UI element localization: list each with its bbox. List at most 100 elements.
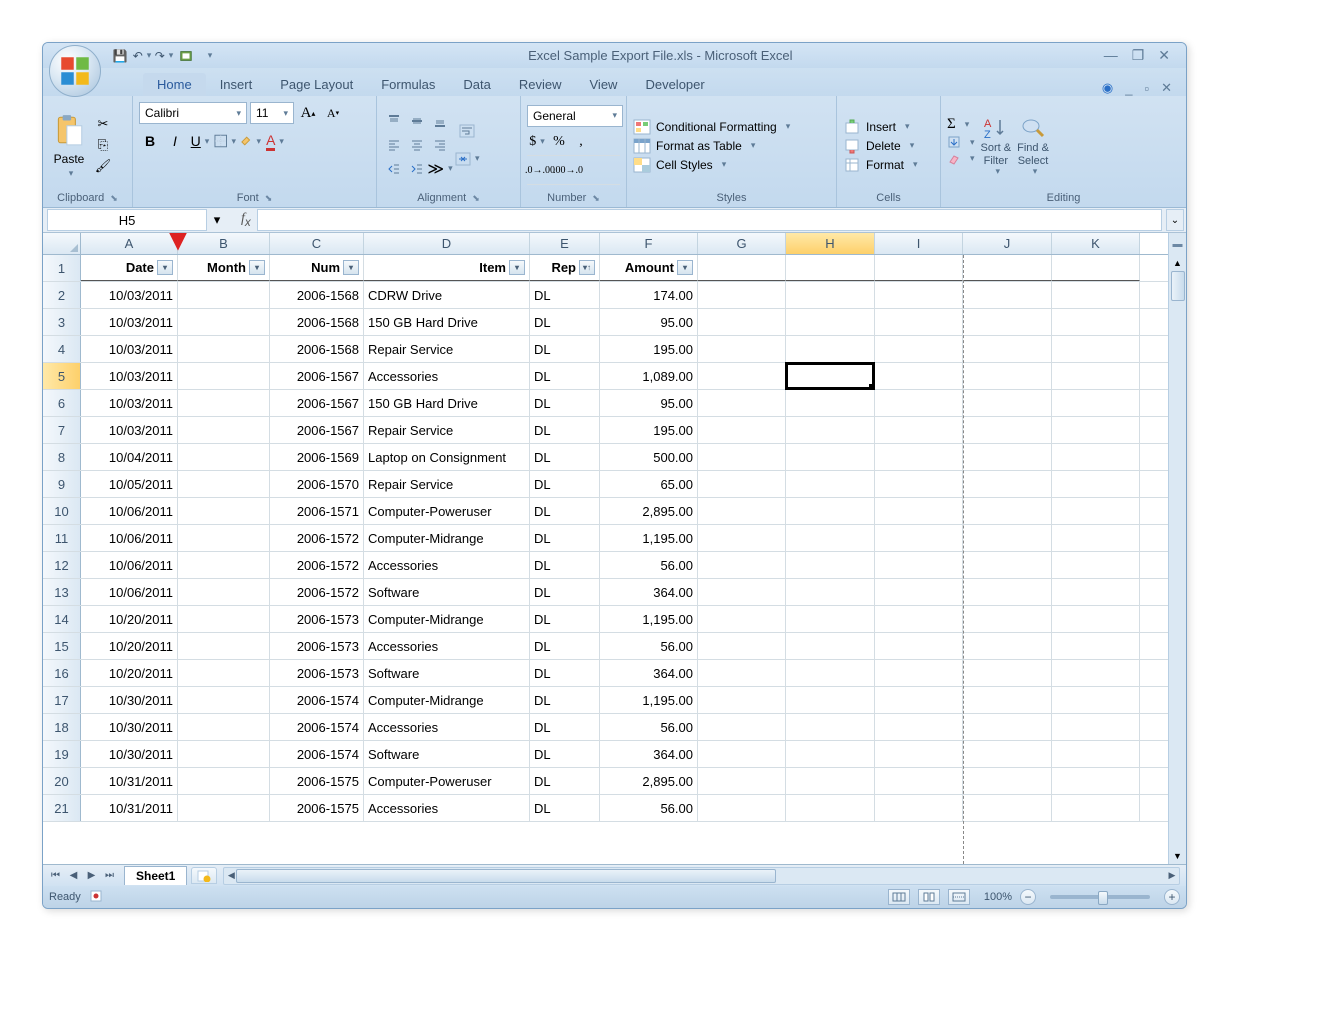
align-top-icon[interactable] bbox=[383, 110, 405, 132]
row-header[interactable]: 6 bbox=[43, 390, 81, 416]
cell[interactable]: DL bbox=[530, 282, 600, 308]
cell[interactable] bbox=[786, 714, 875, 740]
cell[interactable] bbox=[963, 309, 1052, 335]
cell[interactable] bbox=[875, 741, 963, 767]
grow-font-icon[interactable]: A▴ bbox=[297, 102, 319, 124]
tab-insert[interactable]: Insert bbox=[206, 73, 267, 96]
cell[interactable] bbox=[875, 579, 963, 605]
cell[interactable]: 364.00 bbox=[600, 741, 698, 767]
mdi-close-icon[interactable]: ✕ bbox=[1161, 80, 1172, 96]
cell[interactable]: 10/20/2011 bbox=[81, 633, 178, 659]
table-header[interactable]: Amount▾ bbox=[600, 255, 698, 281]
select-all-button[interactable] bbox=[43, 233, 81, 254]
cell[interactable] bbox=[1052, 363, 1140, 389]
cell[interactable] bbox=[963, 606, 1052, 632]
tab-view[interactable]: View bbox=[576, 73, 632, 96]
cell[interactable] bbox=[963, 768, 1052, 794]
cell[interactable] bbox=[1052, 336, 1140, 362]
cell[interactable]: 150 GB Hard Drive bbox=[364, 390, 530, 416]
cell[interactable]: 2006-1568 bbox=[270, 336, 364, 362]
cell-styles-button[interactable]: Cell Styles▾ bbox=[633, 157, 790, 173]
orientation-icon[interactable]: ≫▾ bbox=[429, 158, 451, 180]
cell[interactable] bbox=[698, 579, 786, 605]
cell[interactable] bbox=[178, 687, 270, 713]
column-header-J[interactable]: J bbox=[963, 233, 1052, 254]
format-cells-button[interactable]: Format▾ bbox=[843, 157, 918, 173]
cell[interactable] bbox=[963, 552, 1052, 578]
cell[interactable] bbox=[698, 282, 786, 308]
cell[interactable]: Computer-Midrange bbox=[364, 687, 530, 713]
cell[interactable]: DL bbox=[530, 552, 600, 578]
undo-icon[interactable]: ↶▾ bbox=[133, 47, 151, 65]
cell[interactable] bbox=[963, 660, 1052, 686]
format-painter-icon[interactable]: 🖌 bbox=[93, 157, 113, 175]
cell[interactable] bbox=[1052, 525, 1140, 551]
fx-icon[interactable]: fx bbox=[235, 211, 257, 229]
cell[interactable] bbox=[963, 471, 1052, 497]
cell[interactable]: 2006-1567 bbox=[270, 417, 364, 443]
cell[interactable] bbox=[178, 471, 270, 497]
row-header[interactable]: 11 bbox=[43, 525, 81, 551]
cell[interactable]: 2006-1575 bbox=[270, 795, 364, 821]
cell[interactable]: Accessories bbox=[364, 714, 530, 740]
cell[interactable]: Computer-Midrange bbox=[364, 606, 530, 632]
wrap-text-icon[interactable] bbox=[453, 120, 482, 142]
cell[interactable]: 2,895.00 bbox=[600, 498, 698, 524]
cell[interactable] bbox=[786, 741, 875, 767]
column-header-H[interactable]: H bbox=[786, 233, 875, 254]
cell[interactable]: 10/03/2011 bbox=[81, 417, 178, 443]
cell[interactable]: Computer-Poweruser bbox=[364, 498, 530, 524]
cell[interactable] bbox=[875, 687, 963, 713]
column-header-G[interactable]: G bbox=[698, 233, 786, 254]
cell[interactable] bbox=[963, 579, 1052, 605]
cell[interactable] bbox=[875, 390, 963, 416]
cell[interactable] bbox=[1052, 282, 1140, 308]
cell[interactable]: 2006-1572 bbox=[270, 552, 364, 578]
cell[interactable] bbox=[1052, 498, 1140, 524]
format-as-table-button[interactable]: Format as Table▾ bbox=[633, 138, 790, 154]
cell[interactable]: Computer-Midrange bbox=[364, 525, 530, 551]
column-header-I[interactable]: I bbox=[875, 233, 963, 254]
office-button[interactable] bbox=[49, 45, 101, 97]
cell[interactable]: Software bbox=[364, 579, 530, 605]
cell[interactable] bbox=[875, 714, 963, 740]
align-right-icon[interactable] bbox=[429, 134, 451, 156]
copy-icon[interactable]: ⎘ bbox=[93, 136, 113, 154]
cell[interactable] bbox=[963, 714, 1052, 740]
cell[interactable] bbox=[963, 795, 1052, 821]
cut-icon[interactable]: ✂ bbox=[93, 115, 113, 133]
cell[interactable]: 10/03/2011 bbox=[81, 363, 178, 389]
cell[interactable]: 2006-1572 bbox=[270, 525, 364, 551]
insert-cells-button[interactable]: Insert▾ bbox=[843, 119, 918, 135]
cell[interactable] bbox=[698, 444, 786, 470]
vertical-scrollbar[interactable]: ▲ ▼ bbox=[1168, 255, 1186, 864]
cell[interactable] bbox=[1052, 579, 1140, 605]
cell[interactable]: 1,195.00 bbox=[600, 525, 698, 551]
cell[interactable]: 2006-1571 bbox=[270, 498, 364, 524]
cell[interactable]: 10/03/2011 bbox=[81, 336, 178, 362]
cell[interactable]: 2006-1567 bbox=[270, 390, 364, 416]
cell[interactable] bbox=[786, 255, 875, 281]
cell[interactable] bbox=[1052, 687, 1140, 713]
number-format-combo[interactable]: General▾ bbox=[527, 105, 623, 127]
font-color-icon[interactable]: A▾ bbox=[264, 130, 286, 152]
column-header-B[interactable]: B bbox=[178, 233, 270, 254]
cell[interactable] bbox=[1052, 444, 1140, 470]
paste-dropdown-icon[interactable]: ▾ bbox=[65, 168, 74, 179]
filter-button[interactable]: ▾ bbox=[343, 260, 359, 275]
redo-icon[interactable]: ↷▾ bbox=[155, 47, 173, 65]
page-layout-view-icon[interactable] bbox=[918, 889, 940, 905]
row-header[interactable]: 7 bbox=[43, 417, 81, 443]
worksheet-grid[interactable]: ▬ ABCDEFGHIJK 1Date▾Month▾Num▾Item▾Rep▾↑… bbox=[43, 233, 1186, 864]
cell[interactable]: 2006-1568 bbox=[270, 309, 364, 335]
cell[interactable]: 2006-1573 bbox=[270, 660, 364, 686]
cell[interactable]: DL bbox=[530, 660, 600, 686]
row-header[interactable]: 18 bbox=[43, 714, 81, 740]
cell[interactable]: 2,895.00 bbox=[600, 768, 698, 794]
increase-indent-icon[interactable] bbox=[406, 158, 428, 180]
cell[interactable]: 10/06/2011 bbox=[81, 552, 178, 578]
cell[interactable]: 10/06/2011 bbox=[81, 579, 178, 605]
cell[interactable] bbox=[875, 417, 963, 443]
cell[interactable]: Accessories bbox=[364, 795, 530, 821]
cell[interactable] bbox=[963, 282, 1052, 308]
